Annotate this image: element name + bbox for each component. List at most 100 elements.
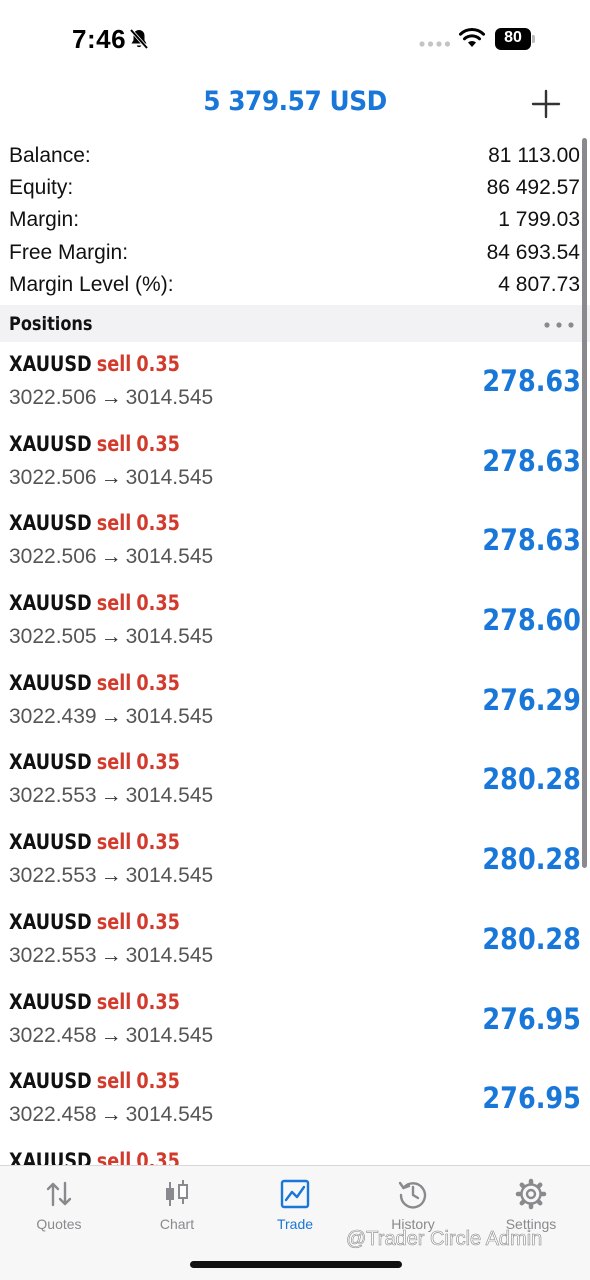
account-profit-title: 5 379.57 USD bbox=[203, 86, 387, 117]
summary-row-margin-level: Margin Level (%): 4 807.73 bbox=[0, 269, 590, 301]
position-side: sell bbox=[96, 431, 132, 456]
position-prices: 3022.458 → 3014.545 bbox=[9, 1024, 213, 1048]
open-price: 3022.505 bbox=[9, 625, 97, 649]
position-header-line: XAUUSD sell 0.35 bbox=[9, 1069, 180, 1093]
position-side: sell bbox=[96, 830, 132, 855]
summary-row-balance: Balance: 81 113.00 bbox=[0, 140, 590, 172]
position-prices: 3022.553 → 3014.545 bbox=[9, 864, 213, 888]
position-symbol: XAUUSD bbox=[9, 909, 92, 934]
position-profit: 278.63 bbox=[482, 364, 581, 398]
position-volume: 0.35 bbox=[136, 830, 180, 855]
position-profit: 278.60 bbox=[482, 603, 581, 638]
home-indicator[interactable] bbox=[190, 1261, 402, 1268]
history-clock-icon bbox=[398, 1181, 427, 1209]
position-side: sell bbox=[96, 1148, 132, 1165]
position-side: sell bbox=[96, 909, 132, 934]
position-volume: 0.35 bbox=[136, 750, 180, 775]
position-symbol: XAUUSD bbox=[9, 1069, 92, 1094]
summary-value: 84 693.54 bbox=[486, 240, 580, 264]
position-profit: 280.28 bbox=[482, 921, 581, 956]
open-price: 3022.553 bbox=[9, 784, 97, 808]
position-symbol: XAUUSD bbox=[9, 830, 92, 855]
position-header-line: XAUUSD sell 0.35 bbox=[9, 1149, 180, 1165]
position-row[interactable]: XAUUSD sell 0.35 3022.553 → 3014.545 280.28 bbox=[0, 820, 590, 900]
positions-section-header: Positions bbox=[0, 305, 590, 342]
position-symbol: XAUUSD bbox=[9, 989, 92, 1014]
scrollbar[interactable] bbox=[582, 138, 587, 868]
status-time: 7:46 bbox=[72, 24, 127, 54]
position-profit: 276.29 bbox=[482, 682, 581, 717]
position-prices: 3022.553 → 3014.545 bbox=[9, 944, 213, 968]
current-price: 3014.545 bbox=[125, 545, 214, 569]
tab-label: Chart bbox=[159, 1216, 195, 1232]
position-side: sell bbox=[96, 511, 132, 536]
position-volume: 0.35 bbox=[136, 1069, 180, 1094]
position-header-line: XAUUSD sell 0.35 bbox=[9, 830, 180, 854]
add-order-button[interactable] bbox=[530, 88, 562, 120]
position-prices: 3022.553 → 3014.545 bbox=[9, 784, 213, 808]
open-price: 3022.553 bbox=[9, 943, 97, 967]
position-profit: 280.28 bbox=[482, 842, 581, 877]
position-header-line: XAUUSD sell 0.35 bbox=[9, 432, 180, 456]
tab-quotes[interactable]: Quotes bbox=[0, 1176, 118, 1246]
position-row[interactable]: XAUUSD sell 0.35 3022.439 → 3014.545 276.29 bbox=[0, 661, 590, 741]
summary-value: 1 799.03 bbox=[498, 208, 580, 232]
position-prices: 3022.458 → 3014.545 bbox=[9, 1103, 213, 1127]
gear-icon bbox=[515, 1178, 547, 1210]
arrow-right-icon: → bbox=[100, 864, 122, 888]
more-options-icon[interactable] bbox=[543, 321, 575, 329]
position-header-line: XAUUSD sell 0.35 bbox=[9, 352, 180, 376]
position-row[interactable]: XAUUSD sell 0.35 3022.506 → 3014.545 278.63 bbox=[0, 501, 590, 581]
status-bar: 7:46 80 bbox=[0, 0, 590, 80]
current-price: 3014.545 bbox=[125, 943, 214, 967]
position-volume: 0.35 bbox=[136, 670, 180, 695]
arrow-right-icon: → bbox=[100, 465, 122, 489]
current-price: 3014.545 bbox=[125, 625, 214, 649]
arrow-right-icon: → bbox=[100, 386, 122, 409]
position-header-line: XAUUSD sell 0.35 bbox=[9, 990, 180, 1014]
position-volume: 0.35 bbox=[136, 1148, 180, 1165]
position-symbol: XAUUSD bbox=[9, 750, 92, 775]
position-side: sell bbox=[96, 352, 132, 376]
position-row[interactable]: XAUUSD sell 0.35 3022.506 → 3014.545 278.63 bbox=[0, 422, 590, 502]
summary-value: 4 807.73 bbox=[498, 272, 580, 296]
summary-label: Equity: bbox=[9, 176, 74, 200]
position-volume: 0.35 bbox=[136, 511, 180, 536]
position-side: sell bbox=[96, 591, 132, 616]
summary-label: Free Margin: bbox=[9, 240, 129, 264]
current-price: 3014.545 bbox=[125, 1103, 214, 1127]
current-price: 3014.545 bbox=[125, 1023, 214, 1047]
position-row[interactable]: XAUUSD sell 0.35 3022.553 → 3014.545 280.28 bbox=[0, 740, 590, 820]
position-symbol: XAUUSD bbox=[9, 591, 92, 616]
open-price: 3022.506 bbox=[9, 465, 97, 489]
position-profit: 276.95 bbox=[482, 1001, 581, 1036]
position-row[interactable]: XAUUSD sell 0.35 3022.553 → 3014.545 280.28 bbox=[0, 900, 590, 980]
position-row[interactable]: XAUUSD sell 0.35 bbox=[0, 1139, 590, 1165]
open-price: 3022.458 bbox=[9, 1023, 97, 1047]
summary-label: Margin: bbox=[9, 208, 80, 232]
position-prices: 3022.506 → 3014.545 bbox=[9, 386, 213, 410]
position-volume: 0.35 bbox=[136, 591, 180, 616]
battery-cap bbox=[532, 35, 535, 43]
position-row[interactable]: XAUUSD sell 0.35 3022.506 → 3014.545 278.63 bbox=[0, 342, 590, 422]
tab-chart[interactable]: Chart bbox=[118, 1176, 236, 1246]
cellular-signal-icon bbox=[419, 41, 451, 47]
arrow-right-icon: → bbox=[100, 784, 122, 808]
position-row[interactable]: XAUUSD sell 0.35 3022.458 → 3014.545 276.95 bbox=[0, 1059, 590, 1139]
positions-list: XAUUSD sell 0.35 3022.506 → 3014.545 278.63 XAU… bbox=[0, 342, 590, 1165]
position-side: sell bbox=[96, 750, 132, 775]
arrow-right-icon: → bbox=[100, 704, 122, 728]
summary-row-equity: Equity: 86 492.57 bbox=[0, 172, 590, 204]
position-prices: 3022.506 → 3014.545 bbox=[9, 466, 213, 490]
position-row[interactable]: XAUUSD sell 0.35 3022.458 → 3014.545 276.95 bbox=[0, 980, 590, 1060]
arrows-updown-icon bbox=[46, 1181, 72, 1207]
position-volume: 0.35 bbox=[136, 431, 180, 456]
tab-trade[interactable]: Trade bbox=[236, 1176, 354, 1246]
current-price: 3014.545 bbox=[125, 704, 214, 728]
tab-label: Quotes bbox=[36, 1216, 82, 1232]
open-price: 3022.553 bbox=[9, 864, 97, 888]
position-row[interactable]: XAUUSD sell 0.35 3022.505 → 3014.545 278.60 bbox=[0, 581, 590, 661]
summary-value: 81 113.00 bbox=[488, 144, 580, 167]
position-prices: 3022.506 → 3014.545 bbox=[9, 545, 213, 569]
position-symbol: XAUUSD bbox=[9, 511, 92, 536]
